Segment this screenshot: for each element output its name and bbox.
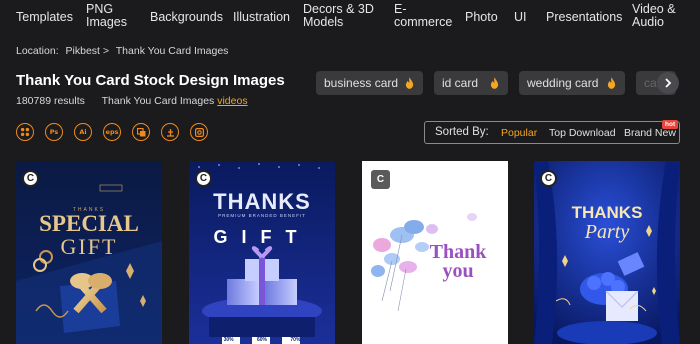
copyright-icon: C <box>195 170 212 187</box>
ai-icon: Ai <box>79 128 87 136</box>
sort-label: Sorted By: <box>435 126 489 138</box>
eps-icon: eps <box>105 128 119 136</box>
tag-label: business card <box>324 76 399 90</box>
nav-ui[interactable]: UI <box>514 0 527 34</box>
nav-photo[interactable]: Photo <box>465 0 498 34</box>
format-picture-button[interactable] <box>190 123 208 141</box>
nav-ecommerce[interactable]: E- commerce <box>394 0 452 34</box>
flame-icon <box>405 77 414 89</box>
breadcrumb-home-link[interactable]: Pikbest > <box>66 45 109 57</box>
format-chart-button[interactable] <box>161 123 179 141</box>
sub-label: Thank You Card Images <box>101 95 215 107</box>
format-all-button[interactable] <box>16 123 34 141</box>
template-card[interactable]: C THANKS Party <box>534 161 680 344</box>
layers-icon <box>136 127 145 136</box>
copyright-icon: C <box>540 170 557 187</box>
format-eps-button[interactable]: eps <box>103 123 121 141</box>
sort-popular[interactable]: Popular <box>501 127 537 139</box>
nav-illustration[interactable]: Illustration <box>233 0 290 34</box>
card-gift: GIFT <box>213 227 311 247</box>
format-ai-button[interactable]: Ai <box>74 123 92 141</box>
template-card[interactable]: C THANKS SPECIAL GIFT <box>16 161 162 344</box>
card-title: THANKS <box>213 189 311 214</box>
card-4-artwork <box>534 161 680 344</box>
chevron-right-icon <box>665 78 672 88</box>
nav-decors-3d-models[interactable]: Decors & 3D Models <box>303 0 374 34</box>
tag-label: wedding card <box>527 76 599 90</box>
card-subtitle: you <box>442 260 474 282</box>
template-card[interactable]: C Thank you <box>362 161 508 344</box>
nav-templates[interactable]: Templates <box>16 0 73 34</box>
nav-video-audio[interactable]: Video & Audio <box>632 0 676 34</box>
card-subtitle: Party <box>584 221 630 243</box>
nav-png-images[interactable]: PNG Images <box>86 0 127 34</box>
result-meta: 180789 results Thank You Card Images vid… <box>16 95 248 107</box>
tag-wedding-card[interactable]: wedding card <box>519 71 625 95</box>
format-layers-button[interactable] <box>132 123 150 141</box>
top-nav: Templates PNG Images Backgrounds Illustr… <box>0 0 700 34</box>
copyright-icon: C <box>371 170 390 189</box>
page-title: Thank You Card Stock Design Images <box>16 72 285 89</box>
copyright-icon: C <box>22 170 39 187</box>
picture-icon <box>194 127 204 137</box>
breadcrumb-label: Location: <box>16 45 59 57</box>
card-title: THANKS <box>571 203 643 222</box>
card-subtitle: PREMIUM BRANDED BENEFIT <box>218 213 306 218</box>
tags-next-button[interactable] <box>657 72 679 94</box>
hot-badge: hot <box>662 120 679 129</box>
tag-label: id card <box>442 76 479 90</box>
sort-bar: Sorted By: Popular Top Download Brand Ne… <box>424 120 680 144</box>
flame-icon <box>490 77 499 89</box>
card-subtitle: GIFT <box>60 234 118 259</box>
breadcrumb-current: Thank You Card Images <box>115 45 229 57</box>
card-price: 60% <box>256 337 267 343</box>
tag-label: ca <box>644 76 657 90</box>
grid-icon <box>20 127 30 137</box>
card-price: 70% <box>290 337 301 343</box>
nav-backgrounds[interactable]: Backgrounds <box>150 0 223 34</box>
template-card[interactable]: C THANKS PREMIUM BRANDED BENEFIT GIFT 30… <box>189 161 335 344</box>
tag-id-card[interactable]: id card <box>434 71 508 95</box>
card-price: 30% <box>223 337 234 343</box>
ps-icon: Ps <box>49 128 59 136</box>
tag-business-card[interactable]: business card <box>316 71 423 95</box>
results-label: results <box>53 95 85 107</box>
chart-icon <box>166 128 174 137</box>
breadcrumb: Location: Pikbest > Thank You Card Image… <box>16 45 232 57</box>
videos-link[interactable]: videos <box>217 95 247 107</box>
card-prices: 30% 60% 70% <box>189 337 335 343</box>
flame-icon <box>607 77 616 89</box>
format-ps-button[interactable]: Ps <box>45 123 63 141</box>
sort-top-download[interactable]: Top Download <box>549 127 616 139</box>
result-count: 180789 <box>16 95 52 107</box>
nav-presentations[interactable]: Presentations <box>546 0 622 34</box>
